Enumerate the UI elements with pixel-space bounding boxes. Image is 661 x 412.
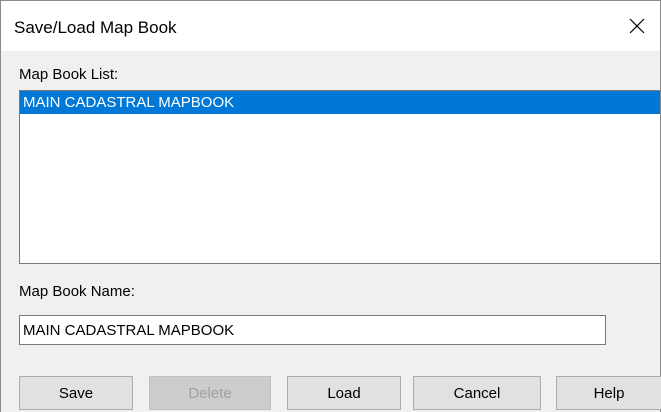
load-button[interactable]: Load: [287, 376, 401, 410]
dialog-title: Save/Load Map Book: [14, 18, 177, 37]
cancel-button[interactable]: Cancel: [413, 376, 541, 410]
map-book-name-field[interactable]: [19, 315, 606, 345]
save-load-map-book-dialog: Save/Load Map Book Map Book List: MAIN C…: [0, 0, 661, 412]
map-book-listbox[interactable]: MAIN CADASTRAL MAPBOOK: [19, 90, 660, 264]
close-icon: [629, 18, 645, 34]
map-book-list-label: Map Book List:: [19, 66, 119, 83]
title-bar: Save/Load Map Book: [1, 1, 660, 51]
help-button[interactable]: Help: [556, 376, 661, 410]
map-book-name-label: Map Book Name:: [19, 283, 135, 300]
delete-button[interactable]: Delete: [149, 376, 271, 410]
save-button[interactable]: Save: [19, 376, 133, 410]
list-item[interactable]: MAIN CADASTRAL MAPBOOK: [20, 91, 660, 114]
close-button[interactable]: [614, 1, 660, 51]
